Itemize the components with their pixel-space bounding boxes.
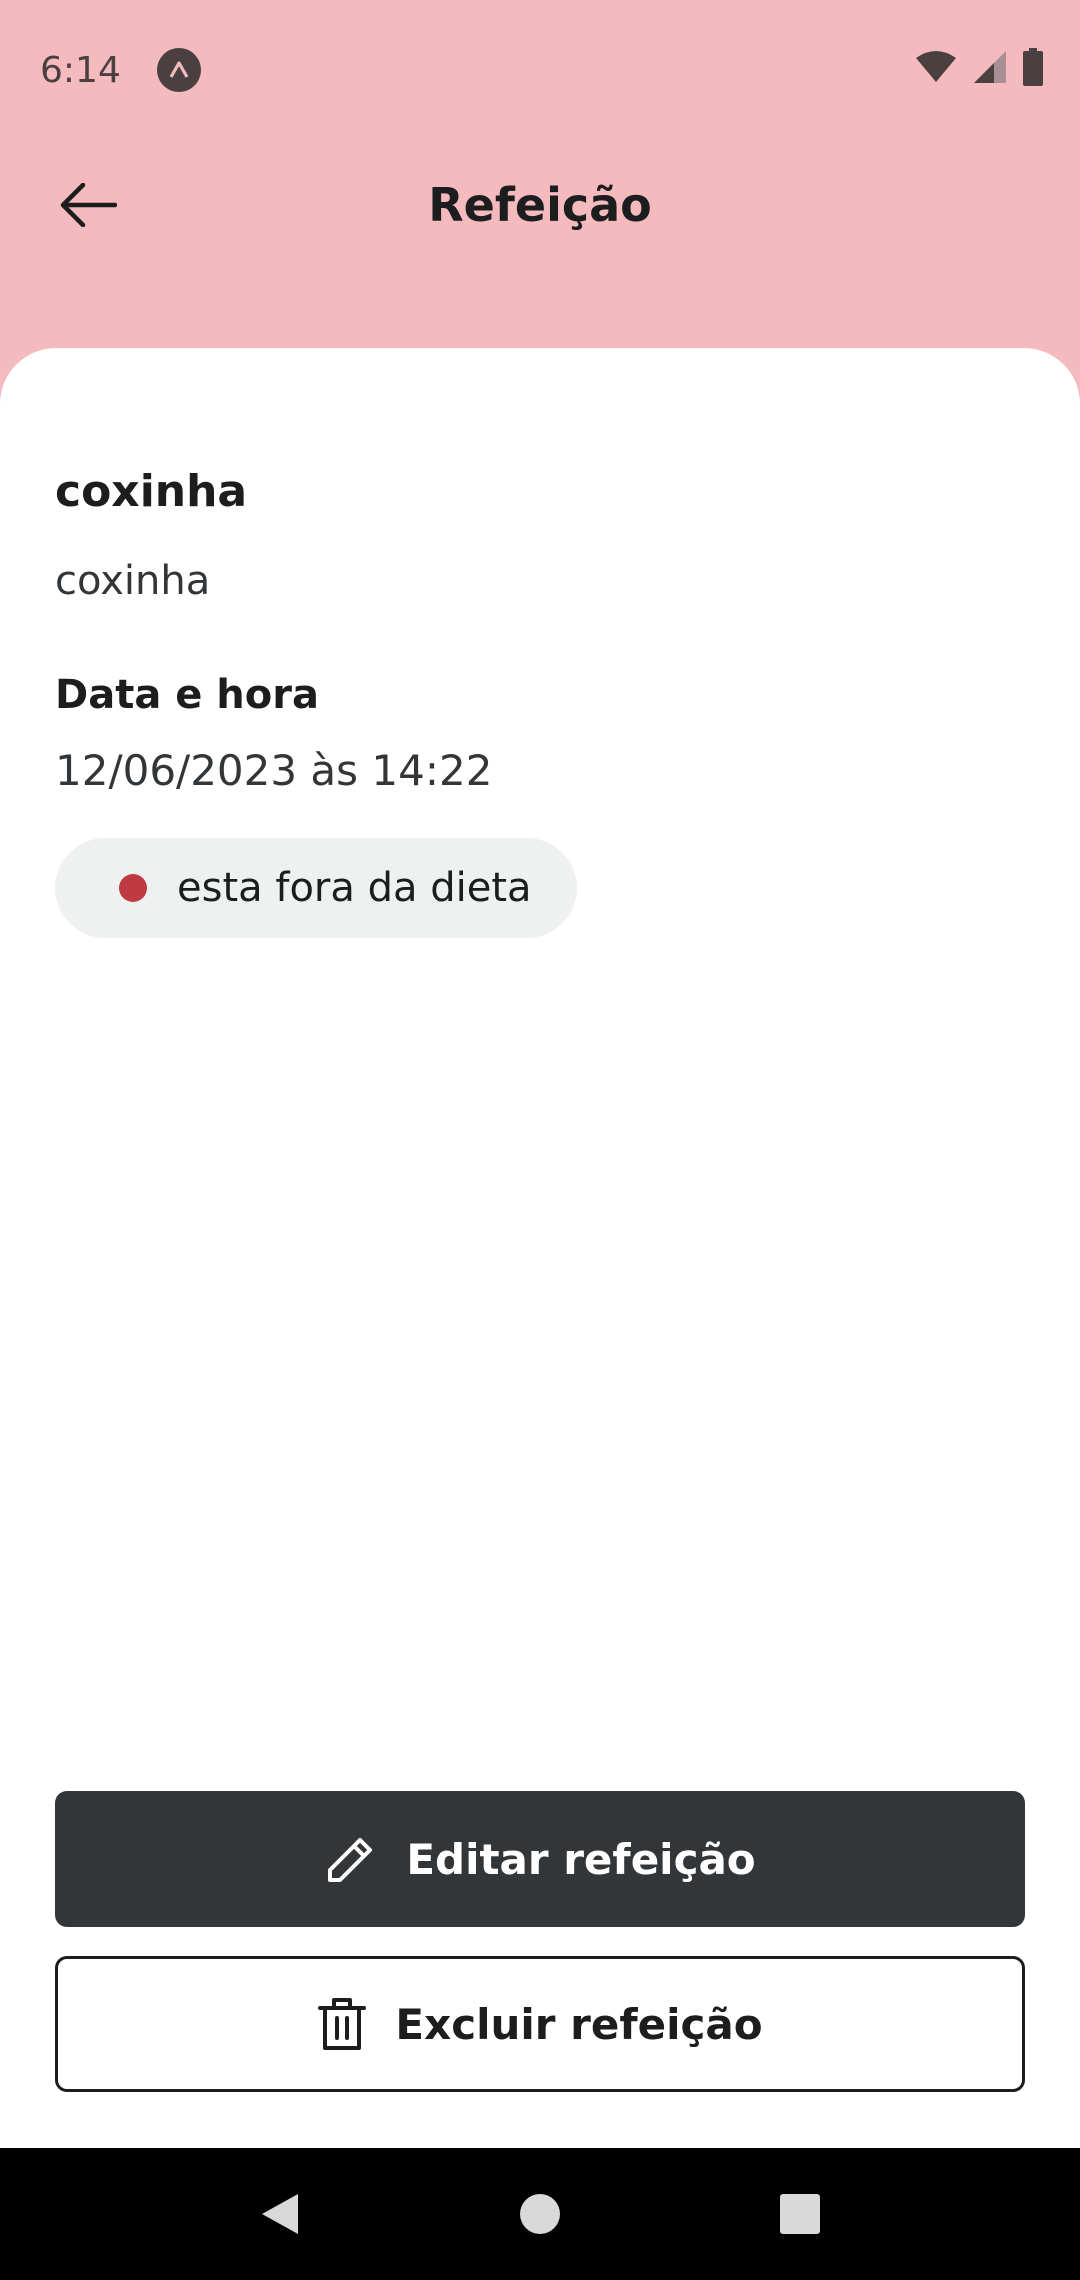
pencil-icon <box>328 1838 373 1882</box>
delete-meal-label: Excluir refeição <box>395 1999 763 2049</box>
datetime-value: 12/06/2023 às 14:22 <box>55 746 493 795</box>
status-dot-icon <box>119 874 147 902</box>
nav-home-button[interactable] <box>510 2184 570 2244</box>
back-button[interactable] <box>48 170 128 240</box>
expo-icon <box>156 48 201 92</box>
nav-back-button[interactable] <box>250 2184 310 2244</box>
meal-name: coxinha <box>55 466 248 517</box>
circle-home-icon <box>520 2194 560 2234</box>
meal-description: coxinha <box>55 558 211 604</box>
diet-status-badge: esta fora da dieta <box>55 838 577 938</box>
square-recents-icon <box>780 2194 820 2234</box>
battery-icon <box>1023 48 1043 86</box>
delete-meal-button[interactable]: Excluir refeição <box>55 1956 1025 2092</box>
trash-icon <box>318 1998 367 2050</box>
status-time: 6:14 <box>40 49 121 91</box>
meal-detail-card: coxinha coxinha Data e hora 12/06/2023 à… <box>0 348 1080 2148</box>
page-title: Refeição <box>428 178 652 232</box>
diet-status-label: esta fora da dieta <box>177 865 532 911</box>
status-bar: 6:14 <box>0 0 1080 140</box>
nav-recents-button[interactable] <box>770 2184 830 2244</box>
status-icons <box>914 48 1044 86</box>
edit-meal-button[interactable]: Editar refeição <box>55 1791 1025 1927</box>
arrow-left-icon <box>60 183 117 227</box>
screen: 6:14 Refeição coxinha coxinha Data e hor… <box>0 0 1080 2280</box>
signal-icon <box>974 51 1006 83</box>
wifi-icon <box>916 51 956 82</box>
header: Refeição <box>0 150 1080 260</box>
edit-meal-label: Editar refeição <box>406 1834 756 1884</box>
triangle-back-icon <box>262 2194 298 2234</box>
datetime-label: Data e hora <box>55 672 319 718</box>
system-nav-bar <box>0 2148 1080 2280</box>
